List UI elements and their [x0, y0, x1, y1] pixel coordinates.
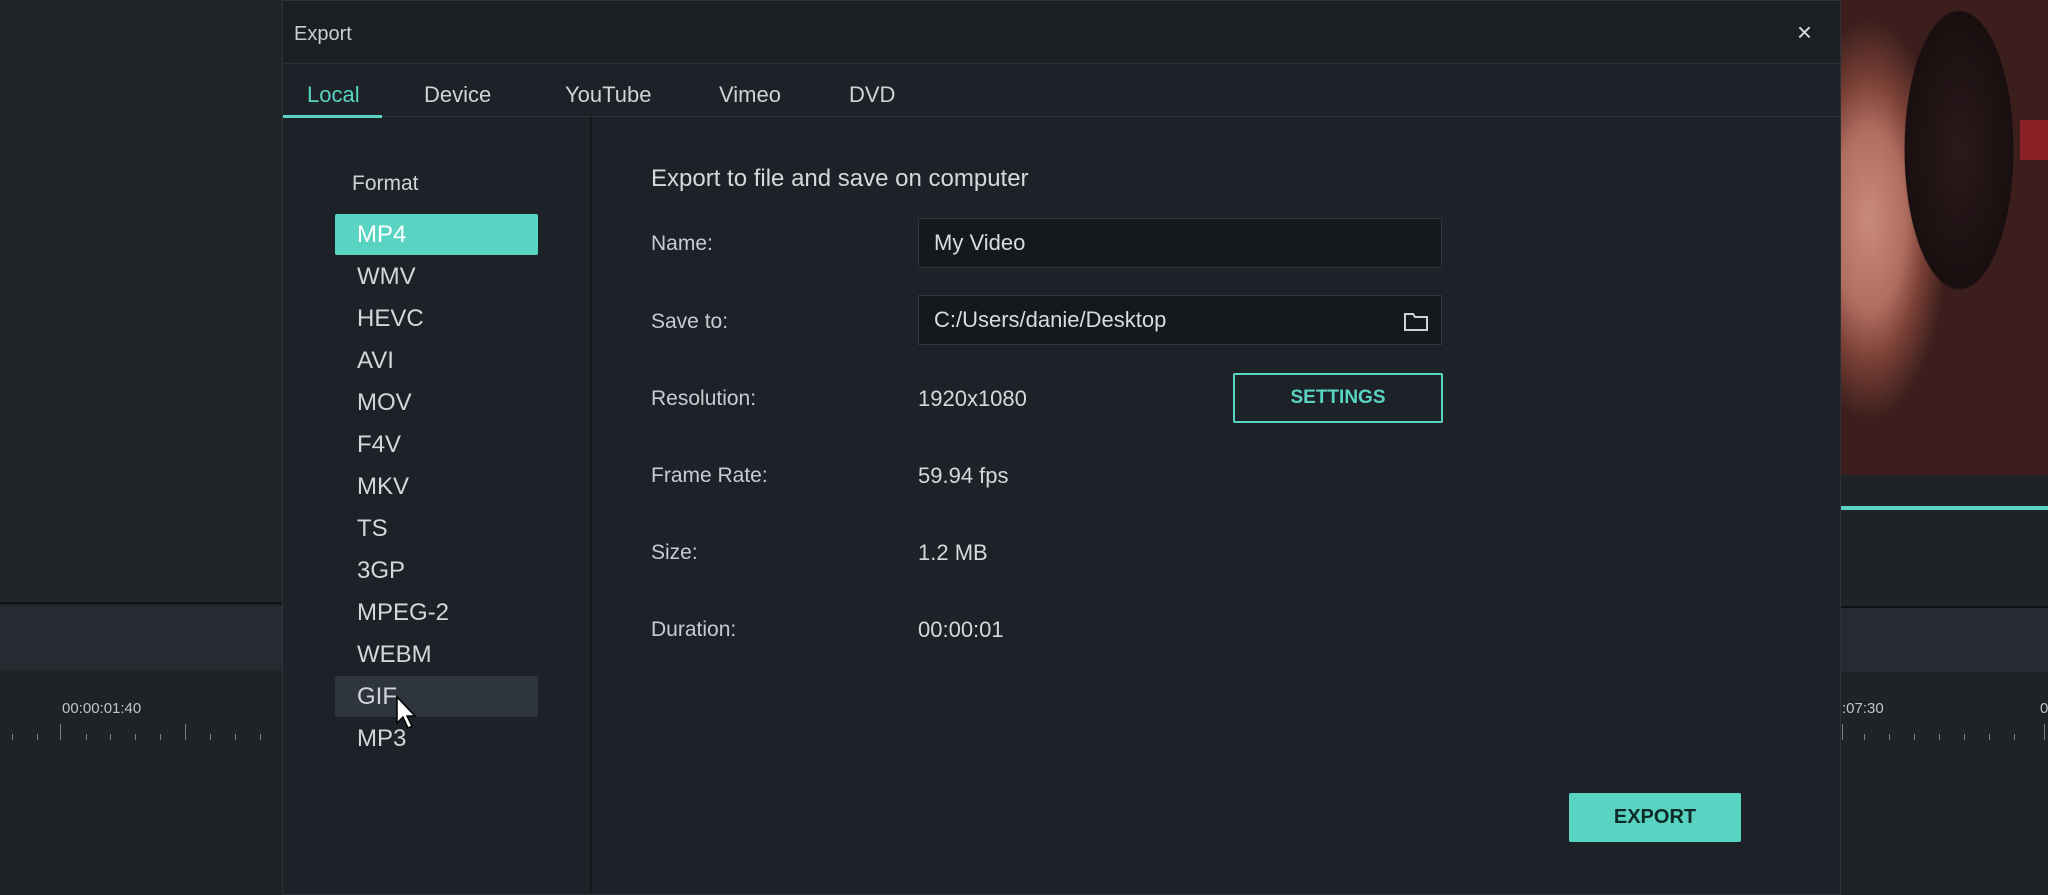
- name-input[interactable]: My Video: [918, 218, 1442, 268]
- video-preview-detail: [2020, 120, 2048, 160]
- format-item-mp3[interactable]: MP3: [335, 718, 538, 759]
- dialog-titlebar[interactable]: Export ×: [283, 1, 1840, 64]
- timeline-timecode-right: :07:30: [1842, 700, 1884, 717]
- format-item-wmv[interactable]: WMV: [335, 256, 538, 297]
- format-item-f4v[interactable]: F4V: [335, 424, 538, 465]
- media-library-area: [0, 0, 282, 604]
- dialog-title: Export: [294, 23, 352, 45]
- tab-vimeo[interactable]: Vimeo: [719, 82, 781, 108]
- timeline-timecode-right-2: 0: [2040, 700, 2048, 717]
- tab-local[interactable]: Local: [307, 82, 360, 108]
- format-item-gif[interactable]: GIF: [335, 676, 538, 717]
- save-to-label: Save to:: [651, 310, 729, 333]
- format-item-mov[interactable]: MOV: [335, 382, 538, 423]
- resolution-value: 1920x1080: [918, 386, 1027, 411]
- export-tabs: Local Device YouTube Vimeo DVD: [283, 64, 1840, 118]
- tab-dvd[interactable]: DVD: [849, 82, 895, 108]
- playback-progress-bar[interactable]: [1839, 506, 2048, 510]
- frame-rate-label: Frame Rate:: [651, 464, 768, 487]
- duration-value: 00:00:01: [918, 617, 1004, 642]
- export-dialog: Export × Local Device YouTube Vimeo DVD …: [282, 0, 1841, 895]
- format-heading: Format: [352, 172, 419, 195]
- timeline-toolbar-right: [1839, 606, 2048, 672]
- folder-icon[interactable]: [1403, 310, 1429, 332]
- video-preview: [1839, 0, 2048, 475]
- format-item-webm[interactable]: WEBM: [335, 634, 538, 675]
- duration-label: Duration:: [651, 618, 737, 641]
- format-sidebar: Format MP4 WMV HEVC AVI MOV F4V MKV TS 3…: [283, 117, 592, 894]
- format-item-hevc[interactable]: HEVC: [335, 298, 538, 339]
- size-value: 1.2 MB: [918, 540, 988, 565]
- format-item-ts[interactable]: TS: [335, 508, 538, 549]
- settings-button[interactable]: SETTINGS: [1233, 373, 1443, 423]
- format-item-mkv[interactable]: MKV: [335, 466, 538, 507]
- timeline-ruler-left[interactable]: [0, 720, 282, 740]
- format-item-mpeg2[interactable]: MPEG-2: [335, 592, 538, 633]
- save-to-input[interactable]: C:/Users/danie/Desktop: [918, 295, 1442, 345]
- mouse-pointer-icon: [396, 695, 417, 730]
- timeline-toolbar-left: [0, 606, 282, 670]
- timeline-ruler-right[interactable]: [1839, 720, 2048, 740]
- format-item-avi[interactable]: AVI: [335, 340, 538, 381]
- save-to-path: C:/Users/danie/Desktop: [934, 307, 1167, 332]
- panel-heading: Export to file and save on computer: [651, 165, 1029, 192]
- frame-rate-value: 59.94 fps: [918, 463, 1009, 488]
- tab-youtube[interactable]: YouTube: [565, 82, 651, 108]
- close-icon[interactable]: ×: [1797, 19, 1812, 45]
- resolution-label: Resolution:: [651, 387, 757, 410]
- size-label: Size:: [651, 541, 698, 564]
- format-item-3gp[interactable]: 3GP: [335, 550, 538, 591]
- name-label: Name:: [651, 232, 713, 255]
- export-settings-panel: Export to file and save on computer Name…: [592, 117, 1840, 894]
- tab-device[interactable]: Device: [424, 82, 491, 108]
- export-button[interactable]: EXPORT: [1569, 793, 1741, 842]
- format-item-mp4[interactable]: MP4: [335, 214, 538, 255]
- timeline-timecode-left: 00:00:01:40: [62, 700, 142, 717]
